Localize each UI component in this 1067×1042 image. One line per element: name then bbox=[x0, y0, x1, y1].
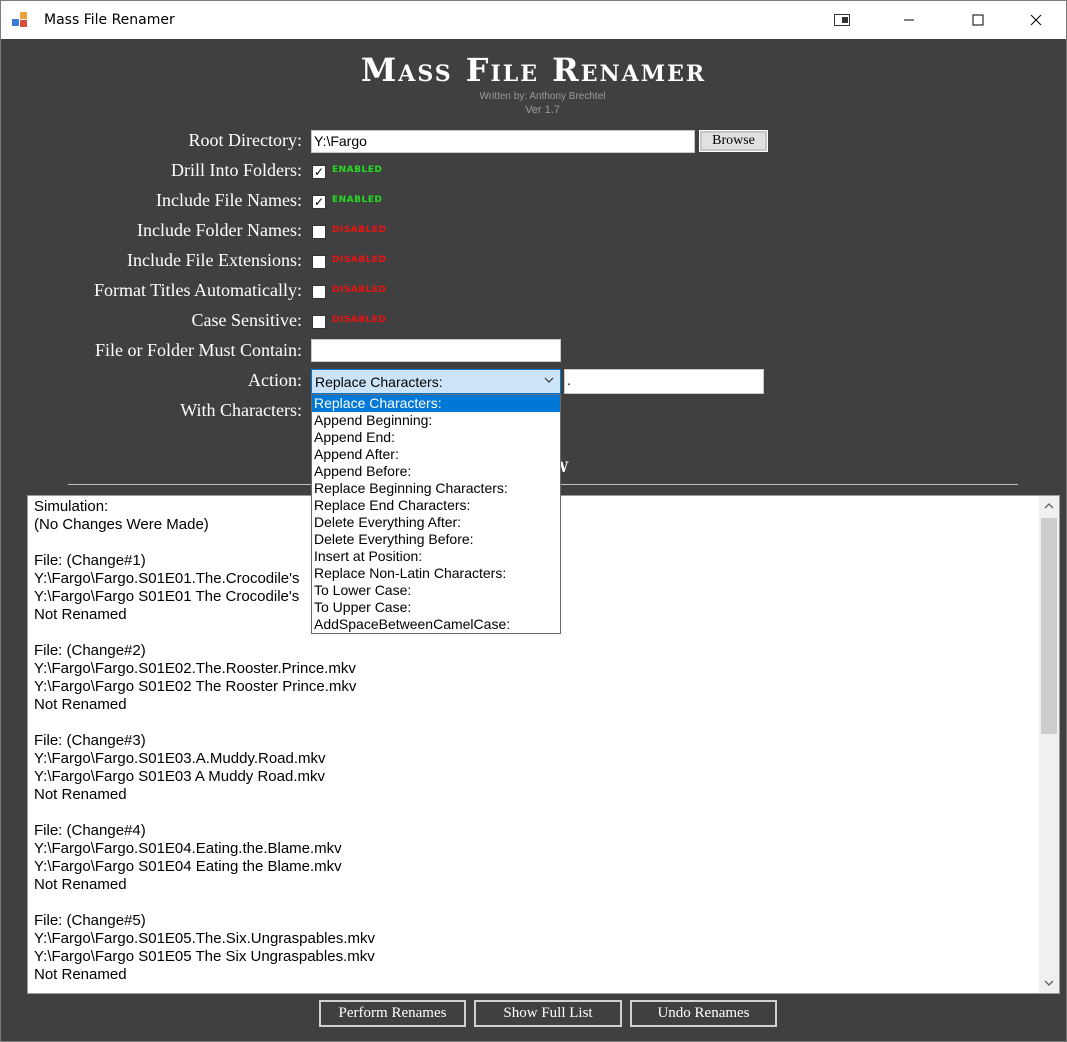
action-option[interactable]: To Lower Case: bbox=[312, 582, 560, 599]
action-selected-value: Replace Characters: bbox=[315, 374, 443, 390]
app-heading: Mass File Renamer bbox=[360, 51, 707, 89]
format-titles-state: Disabled bbox=[332, 285, 387, 295]
preview-line: Y:\Fargo\Fargo S01E05 The Six Ungraspabl… bbox=[34, 948, 375, 965]
include-file-extensions-label: Include File Extensions: bbox=[127, 250, 302, 270]
action-option[interactable]: Append After: bbox=[312, 446, 560, 463]
preview-line: Y:\Fargo\Fargo S01E03 A Muddy Road.mkv bbox=[34, 768, 325, 785]
drill-into-folders-label: Drill Into Folders: bbox=[171, 160, 302, 180]
preview-line bbox=[34, 894, 1034, 912]
must-contain-label: File or Folder Must Contain: bbox=[95, 340, 302, 360]
preview-line: Not Renamed bbox=[34, 876, 127, 893]
action-dropdown-list: Replace Characters: Append Beginning: Ap… bbox=[311, 394, 561, 634]
drill-into-folders-checkbox[interactable]: ✓ bbox=[312, 165, 326, 179]
format-titles-checkbox[interactable] bbox=[312, 285, 326, 299]
vertical-scrollbar[interactable] bbox=[1039, 496, 1059, 993]
minimize-button[interactable] bbox=[886, 1, 932, 39]
scroll-down-icon[interactable] bbox=[1039, 974, 1059, 992]
title-bar: Mass File Renamer bbox=[1, 1, 1066, 39]
show-full-list-button[interactable]: Show Full List bbox=[474, 1000, 622, 1027]
app-window: Mass File Renamer Mass File Renamer Writ… bbox=[0, 0, 1067, 1042]
action-option[interactable]: Replace Characters: bbox=[312, 395, 560, 412]
drill-into-folders-state: Enabled bbox=[332, 165, 383, 175]
action-option[interactable]: Insert at Position: bbox=[312, 548, 560, 565]
include-file-names-checkbox[interactable]: ✓ bbox=[312, 195, 326, 209]
maximize-button[interactable] bbox=[955, 1, 1001, 39]
preview-line: File: (Change#5) bbox=[34, 912, 146, 929]
include-file-extensions-checkbox[interactable] bbox=[312, 255, 326, 269]
close-button[interactable] bbox=[1013, 1, 1059, 39]
include-file-names-state: Enabled bbox=[332, 195, 383, 205]
version-text: Ver 1.7 bbox=[525, 104, 560, 116]
case-sensitive-label: Case Sensitive: bbox=[191, 310, 303, 330]
action-select[interactable]: Replace Characters: bbox=[311, 369, 561, 394]
preview-line bbox=[34, 804, 1034, 822]
action-option[interactable]: To Upper Case: bbox=[312, 599, 560, 616]
action-option[interactable]: Replace Non-Latin Characters: bbox=[312, 565, 560, 582]
perform-renames-button[interactable]: Perform Renames bbox=[319, 1000, 466, 1027]
preview-line: File: (Change#4) bbox=[34, 822, 146, 839]
preview-line: Y:\Fargo\Fargo.S01E05.The.Six.Ungraspabl… bbox=[34, 930, 376, 947]
case-sensitive-state: Disabled bbox=[332, 315, 387, 325]
scroll-thumb[interactable] bbox=[1041, 518, 1057, 734]
action-option[interactable]: Delete Everything Before: bbox=[312, 531, 560, 548]
author-text: Written by: Anthony Brechtel bbox=[479, 91, 606, 102]
app-icon bbox=[12, 12, 29, 27]
with-characters-label: With Characters: bbox=[180, 400, 302, 420]
preview-line: Y:\Fargo\Fargo.S01E02.The.Rooster.Prince… bbox=[34, 660, 356, 677]
window-title: Mass File Renamer bbox=[44, 12, 175, 28]
root-directory-label: Root Directory: bbox=[188, 130, 302, 150]
action-option[interactable]: Append Before: bbox=[312, 463, 560, 480]
snap-icon[interactable] bbox=[819, 1, 865, 39]
format-titles-label: Format Titles Automatically: bbox=[93, 280, 302, 300]
include-file-extensions-state: Disabled bbox=[332, 255, 387, 265]
root-directory-input[interactable]: Y:\Fargo bbox=[311, 130, 695, 153]
include-folder-names-label: Include Folder Names: bbox=[137, 220, 302, 240]
preview-line bbox=[34, 714, 1034, 732]
preview-line: Y:\Fargo\Fargo.S01E04.Eating.the.Blame.m… bbox=[34, 840, 342, 857]
action-option[interactable]: AddSpaceBetweenCamelCase: bbox=[312, 616, 560, 633]
browse-button[interactable]: Browse bbox=[699, 130, 768, 152]
must-contain-input[interactable] bbox=[311, 339, 561, 362]
case-sensitive-checkbox[interactable] bbox=[312, 315, 326, 329]
chevron-down-icon bbox=[544, 373, 554, 390]
scroll-up-icon[interactable] bbox=[1039, 497, 1059, 515]
include-folder-names-checkbox[interactable] bbox=[312, 225, 326, 239]
preview-line: File: (Change#3) bbox=[34, 732, 146, 749]
action-parameter-input[interactable]: . bbox=[564, 369, 764, 394]
preview-line: Y:\Fargo\Fargo.S01E03.A.Muddy.Road.mkv bbox=[34, 750, 326, 767]
preview-line: Not Renamed bbox=[34, 966, 127, 983]
preview-line: File: (Change#2) bbox=[34, 642, 146, 659]
action-option[interactable]: Delete Everything After: bbox=[312, 514, 560, 531]
preview-line: Not Renamed bbox=[34, 786, 127, 803]
action-option[interactable]: Append Beginning: bbox=[312, 412, 560, 429]
undo-renames-button[interactable]: Undo Renames bbox=[630, 1000, 777, 1027]
preview-line: Y:\Fargo\Fargo S01E04 Eating the Blame.m… bbox=[34, 858, 342, 875]
action-option[interactable]: Append End: bbox=[312, 429, 560, 446]
action-option[interactable]: Replace Beginning Characters: bbox=[312, 480, 560, 497]
action-option[interactable]: Replace End Characters: bbox=[312, 497, 560, 514]
action-label: Action: bbox=[248, 370, 302, 390]
preview-line: Not Renamed bbox=[34, 696, 127, 713]
include-folder-names-state: Disabled bbox=[332, 225, 387, 235]
include-file-names-label: Include File Names: bbox=[156, 190, 302, 210]
preview-line: Y:\Fargo\Fargo S01E02 The Rooster Prince… bbox=[34, 678, 357, 695]
